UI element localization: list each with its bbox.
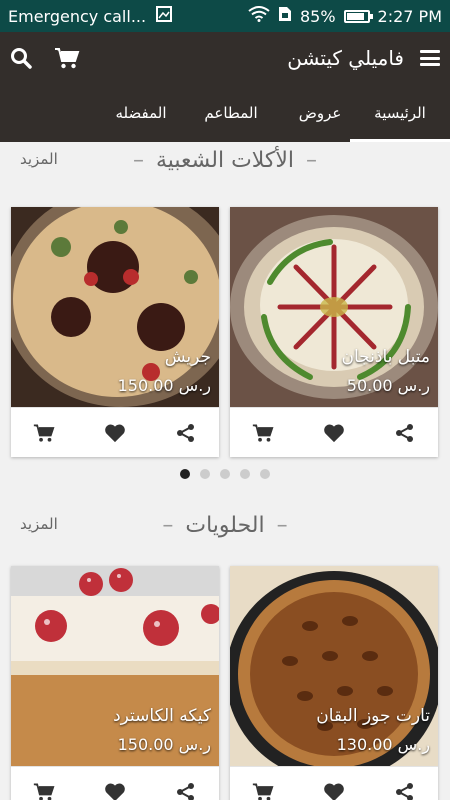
share-icon bbox=[177, 423, 194, 442]
share-button[interactable] bbox=[394, 422, 416, 444]
product-price: 150.00 ر.س bbox=[117, 376, 211, 395]
menu-icon[interactable] bbox=[420, 50, 440, 66]
status-bar: Emergency call... 85% 2:27 PM bbox=[0, 0, 450, 32]
product-price: 130.00 ر.س bbox=[336, 735, 430, 754]
cart-icon bbox=[252, 783, 274, 800]
card-actions bbox=[11, 766, 219, 800]
image-notification-icon bbox=[156, 6, 173, 26]
product-name: كيكه الكاسترد bbox=[113, 706, 211, 726]
product-card[interactable]: متبل باذنجان 50.00 ر.س bbox=[230, 207, 438, 457]
tab-home[interactable]: الرئيسية bbox=[350, 84, 450, 142]
section-sweets-cards: تارت جوز البقان 130.00 ر.س كيكه الكاسترد… bbox=[0, 566, 450, 800]
share-button[interactable] bbox=[175, 781, 197, 800]
product-card[interactable]: كيكه الكاسترد 150.00 ر.س bbox=[11, 566, 219, 800]
product-card[interactable]: تارت جوز البقان 130.00 ر.س bbox=[230, 566, 438, 800]
tab-offers[interactable]: عروض bbox=[290, 84, 350, 142]
clock: 2:27 PM bbox=[377, 6, 442, 26]
more-link[interactable]: المزيد bbox=[20, 150, 58, 168]
carousel-dot[interactable] bbox=[240, 469, 250, 479]
product-image-pecan-tart: تارت جوز البقان 130.00 ر.س bbox=[230, 566, 438, 766]
battery-icon bbox=[343, 9, 373, 23]
heart-icon bbox=[105, 783, 125, 800]
section-popular-cards: متبل باذنجان 50.00 ر.س جريش 150.00 ر.س bbox=[0, 207, 450, 457]
sim-icon bbox=[278, 6, 292, 26]
carousel-dot[interactable] bbox=[200, 469, 210, 479]
section-header-sweets: – الحلويات – المزيد bbox=[0, 507, 450, 547]
heart-icon bbox=[324, 424, 344, 442]
carousel-dot[interactable] bbox=[220, 469, 230, 479]
notification-text: Emergency call... bbox=[8, 6, 147, 26]
product-name: تارت جوز البقان bbox=[316, 706, 430, 726]
product-image-custard-cake: كيكه الكاسترد 150.00 ر.س bbox=[11, 566, 219, 766]
battery-percent: 85% bbox=[299, 6, 336, 26]
heart-icon bbox=[324, 783, 344, 800]
product-price: 150.00 ر.س bbox=[117, 735, 211, 754]
product-image-jareesh: جريش 150.00 ر.س bbox=[11, 207, 219, 407]
add-to-cart-button[interactable] bbox=[252, 422, 274, 444]
app-bar: فاميلي كيتشن bbox=[0, 32, 450, 84]
share-button[interactable] bbox=[394, 781, 416, 800]
product-price: 50.00 ر.س bbox=[346, 376, 430, 395]
cart-icon bbox=[33, 424, 55, 442]
wifi-icon bbox=[248, 6, 270, 26]
product-image-mutabbal: متبل باذنجان 50.00 ر.س bbox=[230, 207, 438, 407]
add-to-cart-button[interactable] bbox=[252, 781, 274, 800]
favorite-button[interactable] bbox=[323, 422, 345, 444]
tab-favorites[interactable]: المفضله bbox=[110, 84, 172, 142]
carousel-pager bbox=[0, 469, 450, 479]
favorite-button[interactable] bbox=[104, 422, 126, 444]
main-content: – الأكلات الشعبية – المزيد متبل باذنجان … bbox=[0, 142, 450, 800]
share-icon bbox=[396, 782, 413, 800]
card-actions bbox=[11, 407, 219, 457]
product-card[interactable]: جريش 150.00 ر.س bbox=[11, 207, 219, 457]
section-title: – الحلويات – bbox=[162, 513, 288, 538]
search-icon[interactable] bbox=[10, 47, 32, 69]
share-icon bbox=[177, 782, 194, 800]
share-button[interactable] bbox=[175, 422, 197, 444]
tab-bar: الرئيسية عروض المطاعم المفضله bbox=[0, 84, 450, 142]
app-title: فاميلي كيتشن bbox=[287, 46, 404, 70]
product-name: جريش bbox=[164, 347, 211, 367]
heart-icon bbox=[105, 424, 125, 442]
cart-icon bbox=[33, 783, 55, 800]
add-to-cart-button[interactable] bbox=[33, 781, 55, 800]
section-title: – الأكلات الشعبية – bbox=[132, 148, 318, 173]
tab-restaurants[interactable]: المطاعم bbox=[172, 84, 290, 142]
favorite-button[interactable] bbox=[104, 781, 126, 800]
more-link[interactable]: المزيد bbox=[20, 515, 58, 533]
card-actions bbox=[230, 407, 438, 457]
section-header-popular: – الأكلات الشعبية – المزيد bbox=[0, 142, 450, 182]
cart-icon bbox=[252, 424, 274, 442]
share-icon bbox=[396, 423, 413, 442]
add-to-cart-button[interactable] bbox=[33, 422, 55, 444]
carousel-dot[interactable] bbox=[260, 469, 270, 479]
card-actions bbox=[230, 766, 438, 800]
cart-icon[interactable] bbox=[54, 47, 80, 69]
product-name: متبل باذنجان bbox=[341, 347, 431, 367]
favorite-button[interactable] bbox=[323, 781, 345, 800]
carousel-dot[interactable] bbox=[180, 469, 190, 479]
